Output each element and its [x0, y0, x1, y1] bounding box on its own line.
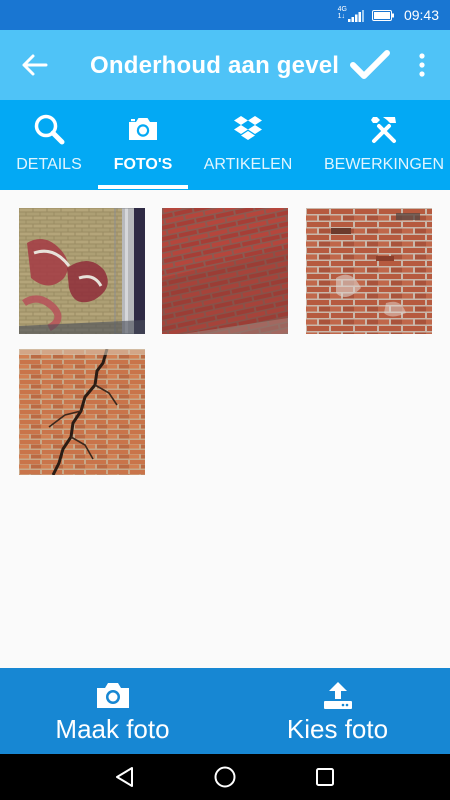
choose-photo-button[interactable]: Kies foto [225, 668, 450, 754]
camera-icon [96, 683, 129, 708]
dropbox-icon [234, 116, 262, 140]
nav-home-icon[interactable] [212, 764, 238, 790]
tab-label: DETAILS [16, 156, 82, 173]
photo-thumbnail[interactable] [19, 349, 145, 475]
photo-grid [0, 190, 450, 668]
tab-label: FOTO'S [113, 156, 173, 173]
choose-photo-label: Kies foto [286, 714, 389, 744]
signal-icon [348, 10, 364, 22]
camera-icon [129, 118, 157, 140]
photo-graffiti-brick-wall [19, 208, 145, 334]
more-vert-icon[interactable] [412, 52, 432, 78]
photo-weathered-brick-wall [306, 208, 432, 334]
take-photo-label: Maak foto [55, 714, 170, 744]
search-icon [34, 114, 65, 145]
bottom-action-bar: Maak foto Kies foto [0, 668, 450, 754]
page-title: Onderhoud aan gevel [90, 52, 340, 79]
photo-thumbnail[interactable] [162, 208, 288, 334]
tab-bar: DETAILS FOTO'S ARTIKELEN BEWERKINGEN [0, 100, 450, 190]
tools-icon [371, 117, 396, 143]
arrow-left-icon[interactable] [18, 51, 50, 79]
photo-cracked-brick-wall [19, 349, 145, 475]
tab-bewerkingen[interactable]: BEWERKINGEN [318, 100, 450, 190]
tab-artikelen[interactable]: ARTIKELEN [188, 100, 308, 190]
take-photo-button[interactable]: Maak foto [0, 668, 225, 754]
check-icon[interactable] [348, 47, 392, 83]
network-indicator: 4G 1↓ [338, 6, 347, 20]
tab-fotos[interactable]: FOTO'S [98, 100, 188, 190]
network-activity: 1↓ [337, 13, 346, 20]
photo-red-brick-wall [162, 208, 288, 334]
status-bar: 4G 1↓ 09:43 [0, 0, 450, 30]
battery-icon [372, 10, 394, 21]
upload-icon [323, 682, 352, 709]
nav-back-icon[interactable] [112, 764, 138, 790]
tab-label: ARTIKELEN [203, 156, 293, 173]
active-tab-indicator [98, 185, 188, 189]
tab-details[interactable]: DETAILS [0, 100, 98, 190]
app-toolbar: Onderhoud aan gevel [0, 30, 450, 100]
photo-thumbnail[interactable] [19, 208, 145, 334]
nav-recents-icon[interactable] [312, 764, 338, 790]
network-type: 4G [337, 6, 347, 13]
clock: 09:43 [403, 7, 439, 23]
system-nav-bar [0, 754, 450, 800]
tab-label: BEWERKINGEN [323, 156, 444, 173]
photo-thumbnail[interactable] [306, 208, 432, 334]
